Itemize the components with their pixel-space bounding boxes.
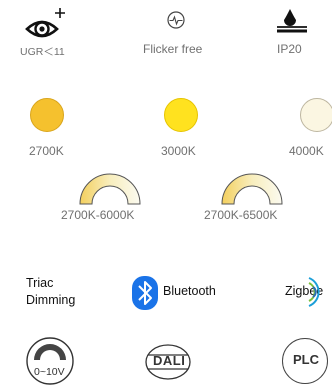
ip-rating-label: IP20 — [277, 42, 302, 56]
cct-2700k-label: 2700K — [29, 144, 64, 158]
dali-label: DALI — [153, 353, 186, 368]
water-drop-icon — [276, 7, 310, 41]
triac-line1: Triac — [26, 276, 54, 290]
tunable-range-1-label: 2700K-6000K — [61, 208, 135, 222]
tunable-white-arc-icon — [78, 170, 142, 206]
flicker-free-label: Flicker free — [143, 42, 203, 56]
analog-dimming-label: 0~10V — [34, 366, 65, 378]
ugr-icon — [24, 6, 66, 40]
zigbee-icon — [307, 274, 332, 310]
flicker-free-icon — [167, 11, 185, 29]
cct-3000k-swatch — [164, 98, 198, 132]
cct-2700k-swatch — [30, 98, 64, 132]
bluetooth-label: Bluetooth — [163, 284, 216, 298]
plc-label: PLC — [293, 352, 319, 367]
tunable-range-2-label: 2700K-6500K — [204, 208, 278, 222]
dimmer-dial-icon — [25, 336, 75, 386]
cct-4000k-swatch — [300, 98, 332, 132]
cct-4000k-label: 4000K — [289, 144, 324, 158]
triac-dimming-label: Triac Dimming — [26, 275, 75, 309]
bluetooth-icon — [132, 276, 158, 310]
tunable-white-arc-icon — [220, 170, 284, 206]
ugr-label: UGR＜11 — [20, 46, 65, 58]
cct-3000k-label: 3000K — [161, 144, 196, 158]
triac-line2: Dimming — [26, 293, 76, 307]
